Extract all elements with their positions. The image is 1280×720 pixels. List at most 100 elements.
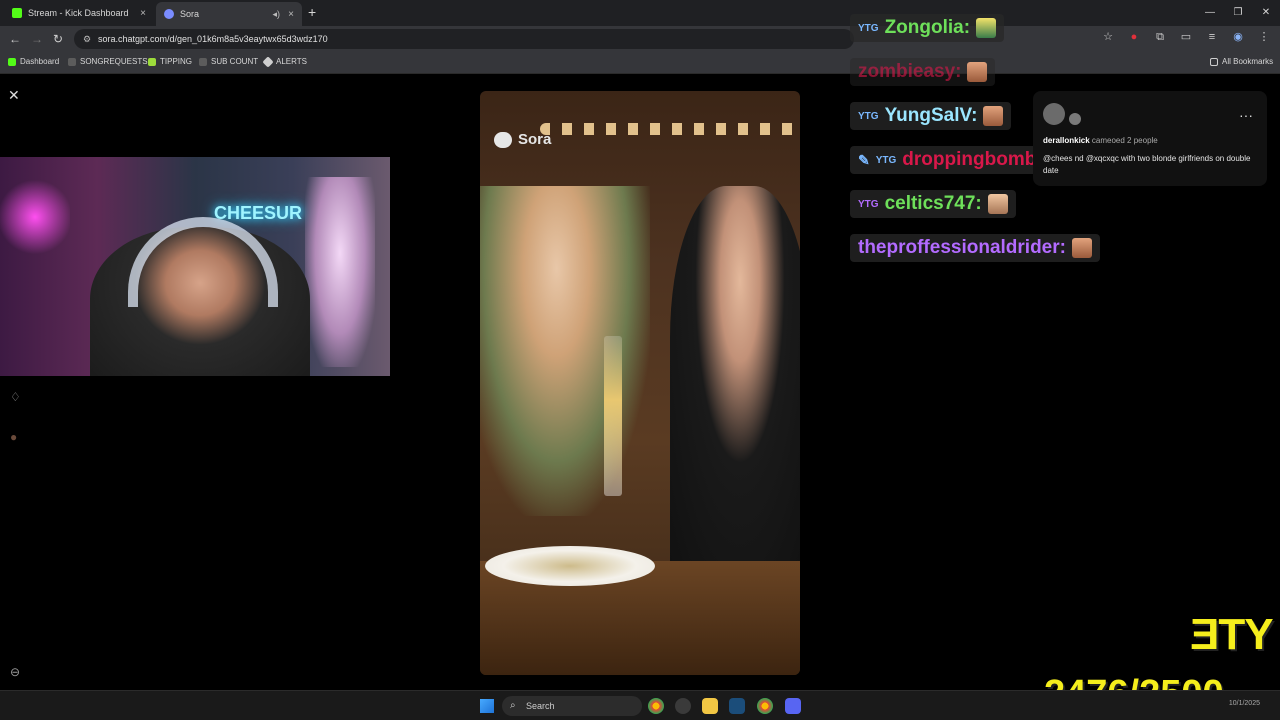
- video-woman: [480, 186, 650, 516]
- ghost-decoration: [305, 177, 375, 367]
- bookmark-icon: [262, 55, 274, 68]
- bookmark-alerts[interactable]: ALERTS: [262, 55, 307, 68]
- info-icon[interactable]: ⊖: [10, 665, 20, 679]
- all-bookmarks[interactable]: All Bookmarks: [1210, 57, 1273, 66]
- chrome-icon[interactable]: [648, 698, 664, 714]
- chat-username: Zongolia:: [884, 17, 971, 38]
- card-author: derallonkick cameoed 2 people: [1043, 136, 1158, 145]
- chat-badge: YTG: [858, 110, 879, 122]
- avatar[interactable]: ●: [10, 430, 17, 444]
- back-icon[interactable]: ←: [9, 32, 21, 46]
- card-description: @chees nd @xqcxqc with two blonde girlfr…: [1043, 154, 1251, 175]
- neon-light: [0, 177, 70, 257]
- sora-watermark: Sora: [494, 131, 551, 148]
- avatar[interactable]: [1043, 103, 1065, 125]
- browser-toolbar: ← → ↻ ⚙ sora.chatgpt.com/d/gen_01k6m8a5v…: [0, 26, 1280, 52]
- chat-message: theproffessionaldrider:: [850, 234, 1100, 262]
- extensions-icon[interactable]: ⧉: [1154, 31, 1166, 43]
- speaker-icon[interactable]: ◂): [272, 9, 280, 20]
- chat-message: ✎ YTG droppingbombs: [850, 146, 1055, 174]
- tab-title: Stream - Kick Dashboard: [28, 8, 129, 18]
- steam-icon[interactable]: [729, 698, 745, 714]
- discord-icon[interactable]: [785, 698, 801, 714]
- chrome-icon[interactable]: [757, 698, 773, 714]
- chat-message: YTG celtics747:: [850, 190, 1016, 218]
- url-text: sora.chatgpt.com/d/gen_01k6m8a5v3eaytwx6…: [98, 34, 328, 44]
- system-clock[interactable]: 10/1/2025: [1229, 700, 1260, 707]
- close-window-icon[interactable]: ✕: [1252, 0, 1280, 26]
- emote-icon: [987, 194, 1008, 214]
- forward-icon[interactable]: →: [31, 32, 43, 46]
- site-info-icon[interactable]: ⚙: [83, 29, 91, 49]
- minimize-icon[interactable]: —: [1196, 0, 1224, 26]
- tab-sora[interactable]: Sora ◂) ×: [156, 2, 302, 26]
- media-controls-icon[interactable]: ≡: [1206, 31, 1218, 43]
- sora-video-player[interactable]: Sora: [480, 91, 800, 675]
- chat-badge: YTG: [875, 154, 897, 166]
- bookmarks-bar: Dashboard SONGREQUESTS TIPPING SUB COUNT…: [0, 52, 1280, 74]
- bookmark-star-icon[interactable]: ☆: [1102, 31, 1114, 43]
- emote-icon: [967, 62, 988, 82]
- webcam-overlay: CHEESUR: [0, 157, 390, 376]
- menu-icon[interactable]: ⋮: [1258, 31, 1270, 43]
- emote-icon: [983, 106, 1004, 126]
- kick-icon: [8, 57, 16, 66]
- chat-badge: YTG: [858, 22, 879, 34]
- app-icon[interactable]: [675, 698, 691, 714]
- window-controls: — ❐ ✕: [1196, 0, 1280, 26]
- video-man: [670, 186, 800, 566]
- chat-username: YungSalV:: [884, 105, 978, 126]
- close-icon[interactable]: ✕: [8, 87, 20, 104]
- windows-taskbar: ⌕ Search 10/1/2025: [0, 690, 1280, 720]
- tab-kick-dashboard[interactable]: Stream - Kick Dashboard ×: [4, 2, 154, 24]
- more-options-icon[interactable]: ···: [1239, 107, 1253, 123]
- page-content: ✕ CHEESUR ♢ ● ⊖ Sora YTG Zongolia: zombi…: [0, 14, 1280, 715]
- file-explorer-icon[interactable]: [702, 698, 718, 714]
- champagne-glass: [604, 336, 622, 496]
- bookmark-songrequests[interactable]: SONGREQUESTS: [68, 57, 148, 66]
- chat-badge: YTG: [858, 198, 879, 210]
- close-tab-icon[interactable]: ×: [288, 9, 294, 20]
- bookmark-sub-count[interactable]: SUB COUNT: [199, 57, 258, 66]
- reload-icon[interactable]: ↻: [53, 32, 63, 46]
- toolbar-icons: ☆ ● ⧉ ▭ ≡ ◉ ⋮: [1102, 31, 1270, 43]
- chat-message: YTG Zongolia:: [850, 14, 1005, 42]
- string-lights: [540, 123, 800, 135]
- address-bar[interactable]: ⚙ sora.chatgpt.com/d/gen_01k6m8a5v3eaytw…: [74, 29, 854, 49]
- bookmark-icon: [199, 57, 207, 66]
- bookmark-tipping[interactable]: TIPPING: [148, 57, 192, 66]
- channel-logo: ƎTY: [1190, 610, 1274, 659]
- sidebar-icon[interactable]: ▭: [1180, 31, 1192, 43]
- maximize-icon[interactable]: ❐: [1224, 0, 1252, 26]
- windows-start-icon[interactable]: [480, 699, 494, 713]
- sora-logo-icon: [494, 131, 512, 148]
- bookmark-icon: [148, 57, 156, 66]
- avatar[interactable]: [1069, 113, 1081, 125]
- bookmark-dashboard[interactable]: Dashboard: [8, 57, 59, 66]
- close-tab-icon[interactable]: ×: [140, 8, 146, 19]
- chat-message: zombieasy:: [850, 58, 996, 86]
- folder-icon: [1210, 57, 1218, 66]
- sora-icon: [164, 9, 174, 19]
- card-action: cameoed 2 people: [1091, 136, 1158, 145]
- browser-tab-bar: Stream - Kick Dashboard × Sora ◂) × + — …: [0, 0, 1280, 26]
- sword-icon: ✎: [858, 151, 870, 168]
- headset: [128, 217, 278, 307]
- chat-username: droppingbombs: [902, 149, 1047, 170]
- chat-message: YTG YungSalV:: [850, 102, 1012, 130]
- bookmark-icon: [68, 57, 76, 66]
- new-tab-button[interactable]: +: [308, 4, 316, 20]
- taskbar-search[interactable]: ⌕ Search: [502, 696, 642, 716]
- lightbulb-icon[interactable]: ♢: [10, 390, 21, 404]
- chat-username: theproffessionaldrider:: [858, 237, 1066, 258]
- extension-record-icon[interactable]: ●: [1128, 31, 1140, 43]
- emote-icon: [1071, 238, 1092, 258]
- search-icon: ⌕: [510, 700, 516, 711]
- kick-icon: [12, 8, 22, 18]
- chat-username: celtics747:: [884, 193, 982, 214]
- chat-username: zombieasy:: [858, 61, 962, 82]
- card-username[interactable]: derallonkick: [1043, 136, 1090, 145]
- emote-icon: [976, 18, 997, 38]
- profile-avatar-icon[interactable]: ◉: [1232, 31, 1244, 43]
- cameo-card[interactable]: ··· derallonkick cameoed 2 people @chees…: [1033, 91, 1267, 186]
